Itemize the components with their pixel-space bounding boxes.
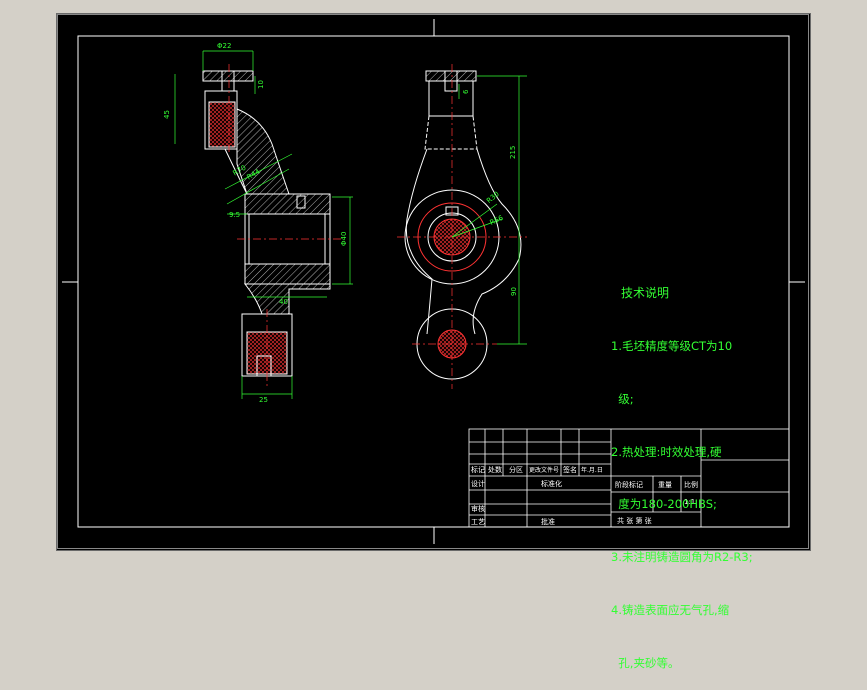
tech-note-line: 1.毛坯精度等级CT为10	[611, 338, 733, 353]
tech-note-line: 度为180-200HBS;	[611, 497, 717, 512]
dim-right-height-2: 90	[510, 287, 518, 296]
left-section-view	[202, 70, 331, 377]
tech-note-line: 4.铸造表面应无气孔,缩	[611, 602, 730, 617]
tech-note-line: 2.热处理:时效处理,硬	[611, 444, 722, 459]
dim-small-width: 9.5	[229, 211, 240, 219]
tb-zone: 分区	[509, 465, 523, 474]
tb-review: 审核	[471, 504, 485, 513]
dim-right-height: 215	[509, 146, 517, 159]
tech-note-line: 级;	[611, 391, 634, 406]
dim-right-top: 6	[462, 89, 470, 94]
tb-process: 工艺	[471, 518, 485, 526]
tb-change-doc: 更改文件号	[529, 466, 559, 474]
tb-mark: 标记	[471, 465, 485, 474]
tb-standardize: 标准化	[541, 479, 562, 488]
technical-notes: 技术说明 1.毛坯精度等级CT为10 级; 2.热处理:时效处理,硬 度为180…	[611, 250, 753, 690]
dim-mid-diameter: Φ40	[340, 232, 348, 246]
dim-small-height: 10	[257, 80, 265, 89]
tech-note-line: 孔,夹砂等。	[611, 655, 680, 670]
tb-count: 处数	[488, 465, 502, 474]
tb-sign: 签名	[563, 465, 577, 474]
tb-design: 设计	[471, 479, 485, 488]
dim-mid-width: 40	[279, 298, 288, 306]
tech-note-line: 3.未注明铸造圆角为R2-R3;	[611, 550, 753, 565]
cad-drawing-canvas[interactable]: Φ22 45 10 R70 R44 9.5 Φ40 40 25 6 215 R3…	[56, 13, 811, 670]
dim-radius-c: R30	[485, 190, 501, 205]
dim-top-diameter: Φ22	[217, 42, 231, 50]
dim-bottom-width: 25	[259, 396, 268, 404]
right-front-view	[404, 70, 522, 380]
dim-radius-d: R56	[489, 214, 505, 227]
tech-notes-title: 技术说明	[621, 286, 670, 301]
tb-approve: 批准	[541, 517, 555, 526]
dim-left-height: 45	[163, 110, 171, 119]
tb-date: 年.月.日	[581, 466, 603, 474]
